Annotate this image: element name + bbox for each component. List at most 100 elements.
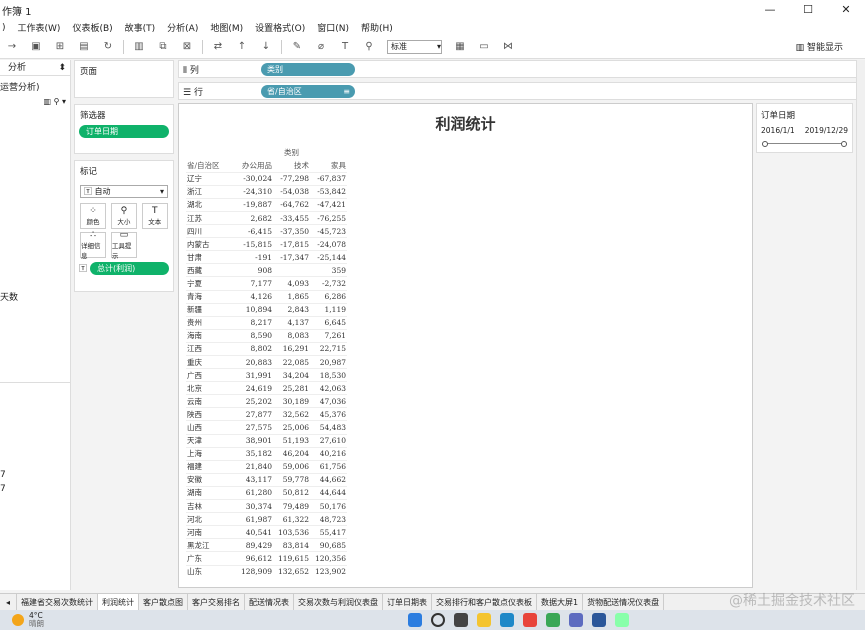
table-cell: 59,778	[282, 475, 309, 485]
chart-icon[interactable]: ▦	[453, 40, 467, 54]
slider-start-handle[interactable]	[762, 141, 768, 147]
menu-item-format[interactable]: 设置格式(O)	[255, 21, 305, 34]
menu-item-file-tail[interactable]: )	[2, 23, 6, 33]
column-header-category: 类别	[284, 148, 299, 158]
swap-icon[interactable]: ⇄	[211, 40, 225, 54]
edge-icon[interactable]	[500, 613, 514, 627]
sheet-tab[interactable]: 客户散点图	[139, 594, 189, 610]
table-cell: 43,117	[245, 475, 272, 485]
show-me-button[interactable]: ▥ 智能显示	[796, 40, 843, 53]
table-row: 新疆 10,894 2,843 1,119	[186, 303, 347, 316]
detail-button[interactable]: ∴ 详细信息	[80, 230, 106, 260]
taskview-icon[interactable]	[454, 613, 468, 627]
sheet-tab[interactable]: 客户交易排名	[188, 594, 246, 610]
sheet-tab[interactable]: 订单日期表	[383, 594, 433, 610]
table-cell: 4,126	[250, 292, 272, 302]
group-icon[interactable]: ⌀	[314, 40, 328, 54]
menu-item-dashboard[interactable]: 仪表板(B)	[72, 21, 112, 34]
pause-icon[interactable]: ▤	[77, 40, 91, 54]
sheet-tab[interactable]: 福建省交易次数统计	[17, 594, 99, 610]
table-cell: 83,814	[282, 540, 309, 550]
slider-end-handle[interactable]	[841, 141, 847, 147]
table-cell: 123,902	[314, 567, 346, 577]
table-cell: 16,291	[282, 344, 309, 354]
duplicate-icon[interactable]: ⧉	[156, 40, 170, 54]
sheet-tab[interactable]: 交易排行和客户散点仪表板	[432, 594, 538, 610]
field-days[interactable]: 天数	[0, 290, 18, 303]
sheet-tab[interactable]: 数据大屏1	[537, 594, 584, 610]
menu-item-story[interactable]: 故事(T)	[125, 21, 156, 34]
close-button[interactable]: ✕	[827, 0, 865, 20]
menu-item-analysis[interactable]: 分析(A)	[167, 21, 198, 34]
search-icon[interactable]	[431, 613, 445, 627]
analysis-tab[interactable]: 分析 ⬍	[0, 60, 70, 76]
marks-pill-profit[interactable]: 总计(利润)	[90, 262, 169, 275]
sun-icon	[12, 614, 24, 626]
table-cell: 96,612	[245, 553, 272, 563]
row-label: 重庆	[187, 357, 202, 367]
refresh-icon[interactable]: ↻	[101, 40, 115, 54]
tab-scroll-left[interactable]: ◂	[0, 594, 18, 610]
label-icon[interactable]: T	[338, 40, 352, 54]
color-button[interactable]: ⁘ 颜色	[80, 203, 106, 229]
pin-icon[interactable]: ⚲	[362, 40, 376, 54]
sort-desc-icon[interactable]: ↓	[259, 40, 273, 54]
row-label: 江西	[187, 344, 202, 354]
row-label: 湖南	[187, 488, 202, 498]
presentation-icon[interactable]: ▭	[477, 40, 491, 54]
start-icon[interactable]	[408, 613, 422, 627]
pages-card[interactable]: 页面	[74, 60, 174, 98]
rows-shelf[interactable]: ☰ 行 省/自治区 ≡	[178, 82, 857, 100]
minimize-button[interactable]: —	[751, 0, 789, 20]
columns-pill-category[interactable]: 类别	[261, 62, 355, 76]
columns-shelf[interactable]: ⦀ 列 类别	[178, 60, 857, 78]
table-cell: 34,204	[282, 370, 309, 380]
new-sheet-icon[interactable]: ▥	[132, 40, 146, 54]
row-label: 江苏	[187, 213, 202, 223]
sort-asc-icon[interactable]: ↑	[235, 40, 249, 54]
date-range-slider[interactable]	[762, 141, 847, 147]
menu-item-help[interactable]: 帮助(H)	[361, 21, 393, 34]
row-label: 浙江	[187, 187, 202, 197]
sheet-tab[interactable]: 交易次数与利润仪表盘	[294, 594, 384, 610]
row-label: 广西	[187, 370, 202, 380]
explorer-icon[interactable]	[477, 613, 491, 627]
filters-card[interactable]: 筛选器 订单日期	[74, 104, 174, 154]
sheet-tab[interactable]: 利润统计	[98, 594, 140, 610]
mark-type-select[interactable]: 🅃 自动 ▾	[80, 185, 168, 198]
word-icon[interactable]	[592, 613, 606, 627]
redo-icon[interactable]: →	[5, 40, 19, 54]
highlight-icon[interactable]: ✎	[290, 40, 304, 54]
new-datasource-icon[interactable]: ⊞	[53, 40, 67, 54]
sheet-tab[interactable]: 货物配送情况仪表盘	[583, 594, 665, 610]
chrome-icon[interactable]	[546, 613, 560, 627]
maximize-button[interactable]: ☐	[789, 0, 827, 20]
sheet-tab[interactable]: 配送情况表	[245, 594, 295, 610]
share-icon[interactable]: ⋈	[501, 40, 515, 54]
weather-widget[interactable]: 4°C 晴朗	[0, 612, 44, 628]
menu-item-worksheet[interactable]: 工作表(W)	[18, 21, 61, 34]
date-filter-end: 2019/12/29	[804, 126, 848, 135]
chevron-icon: ⬍	[58, 63, 66, 73]
rows-pill-province[interactable]: 省/自治区 ≡	[261, 84, 355, 98]
size-button[interactable]: ⚲ 大小	[110, 203, 137, 229]
menu-item-window[interactable]: 窗口(N)	[317, 21, 349, 34]
table-cell: 47,036	[319, 396, 346, 406]
fit-select[interactable]: 标准 ▾	[387, 39, 442, 54]
table-row: 陕西 27,877 32,562 45,376	[186, 407, 347, 421]
app-icon[interactable]	[523, 613, 537, 627]
tooltip-icon: ▭	[119, 230, 129, 240]
filter-pill-order-date[interactable]: 订单日期	[79, 125, 169, 138]
app2-icon[interactable]	[569, 613, 583, 627]
app3-icon[interactable]	[615, 613, 629, 627]
table-cell: -77,298	[280, 174, 309, 184]
pane-tools[interactable]: ▥ ⚲ ▾	[0, 97, 70, 106]
row-label: 湖北	[187, 200, 202, 210]
clear-icon[interactable]: ⊠	[180, 40, 194, 54]
text-button[interactable]: T 文本	[141, 203, 168, 229]
table-row: 山东 128,909 132,652 123,902	[186, 565, 347, 578]
tooltip-button[interactable]: ▭ 工具提示	[110, 230, 137, 260]
menu-item-map[interactable]: 地图(M)	[210, 21, 243, 34]
vertical-scrollbar[interactable]	[856, 60, 865, 590]
save-icon[interactable]: ▣	[29, 40, 43, 54]
